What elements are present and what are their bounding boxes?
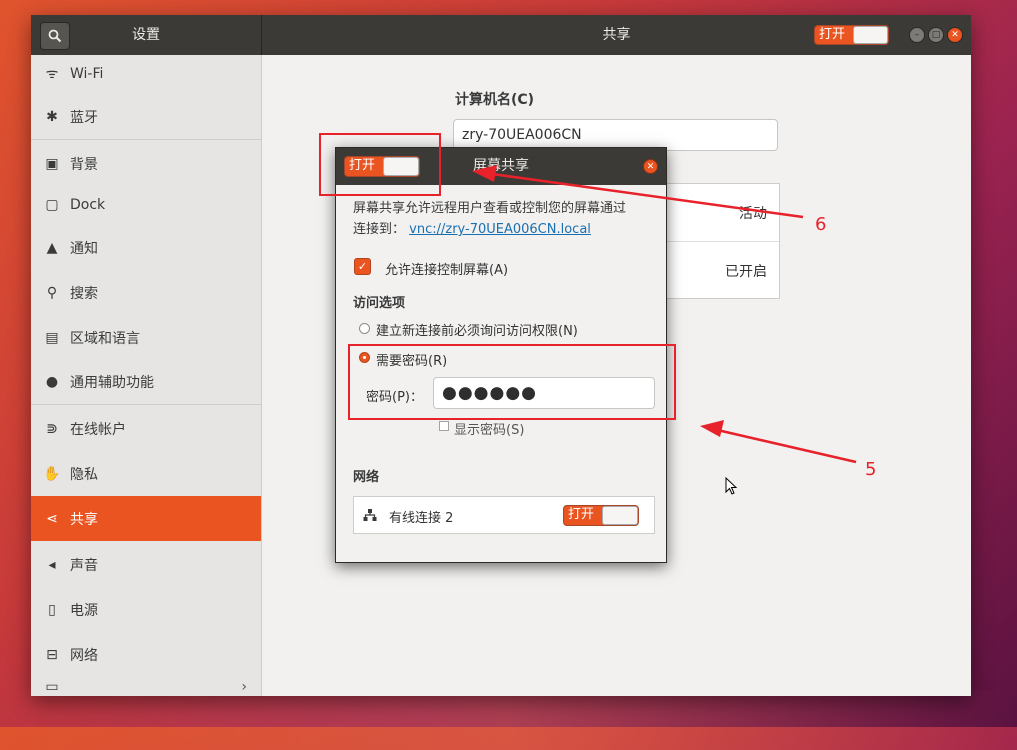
annotation-arrow-5 [712, 427, 857, 464]
arrow-head-5 [700, 420, 724, 437]
arrow-head-6 [472, 165, 497, 182]
annotation-arrows [472, 165, 857, 464]
annotation-label-5: 5 [865, 459, 877, 480]
annotation-label-6: 6 [815, 214, 827, 235]
annotation-arrow-6 [484, 171, 804, 219]
mouse-cursor-icon [725, 477, 738, 495]
